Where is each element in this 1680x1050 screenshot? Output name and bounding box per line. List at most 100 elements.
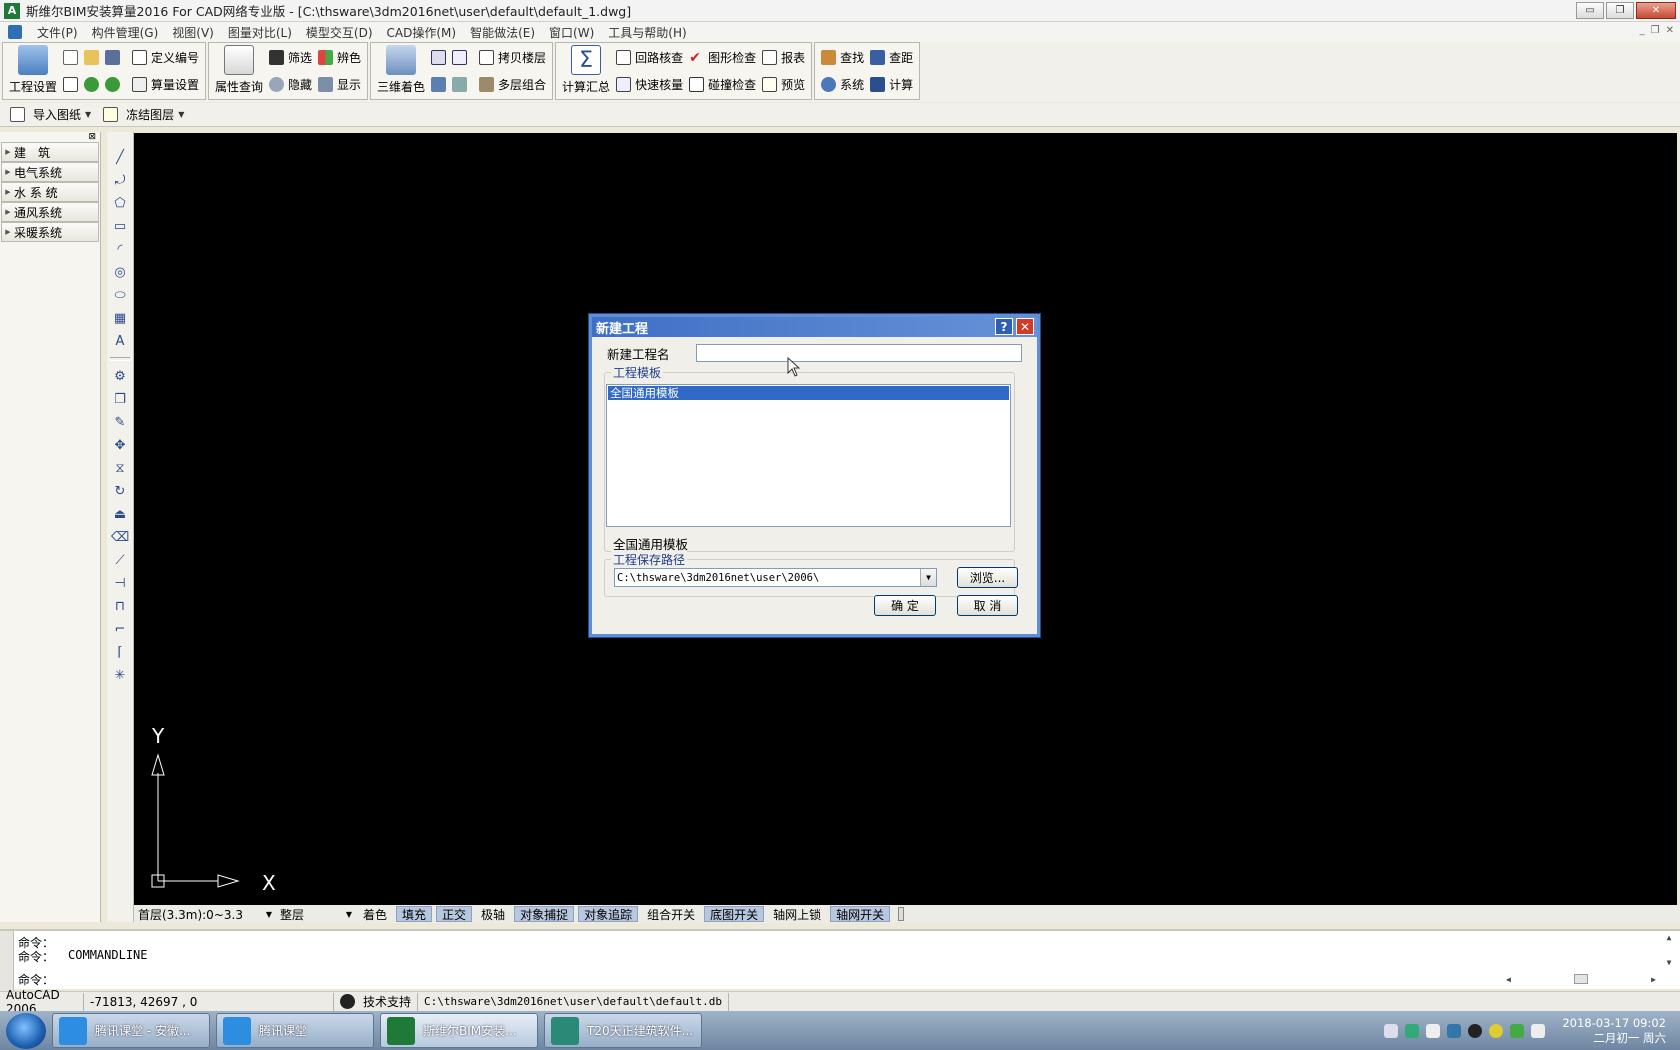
ellipse-icon[interactable]: ⬭ [111, 286, 129, 304]
tree-item-water[interactable]: ▶ 水 系 统 [1, 182, 99, 202]
menu-tools-help[interactable]: 工具与帮助(H) [601, 24, 693, 41]
copy-floor-button[interactable]: 拷贝楼层 [479, 48, 546, 68]
mirror-icon[interactable]: ⧖ [111, 459, 129, 477]
tree-item-architecture[interactable]: ▶ 建 筑 [1, 142, 99, 162]
find-button[interactable]: 查找 [821, 48, 864, 68]
volume-icon[interactable] [1531, 1023, 1546, 1038]
toggle-ortho[interactable]: 正交 [436, 906, 473, 922]
circuit-check-button[interactable]: 回路核查 [616, 48, 683, 68]
command-vertical-scrollbar[interactable]: ▲ ▼ [1662, 933, 1676, 967]
copy-icon[interactable]: ❐ [111, 390, 129, 408]
qq-icon[interactable] [1468, 1023, 1483, 1038]
menu-file[interactable]: 文件(P) [30, 24, 85, 41]
circle-icon[interactable]: ◎ [111, 263, 129, 281]
dialog-close-button[interactable]: ✕ [1016, 318, 1034, 335]
close-button[interactable]: ✕ [1636, 2, 1676, 19]
scope-select[interactable]: 整层 ▼ [276, 906, 356, 922]
edit-row-button[interactable] [63, 75, 126, 95]
polygon-icon[interactable]: ⬠ [111, 194, 129, 212]
report-button[interactable]: 报表 [762, 48, 805, 68]
rectangle-icon[interactable]: ▭ [111, 217, 129, 235]
toggle-grid-lock[interactable]: 轴网上锁 [768, 906, 826, 922]
monitor-icon[interactable] [1426, 1023, 1441, 1038]
slider-handle[interactable] [898, 907, 905, 921]
chevron-down-icon[interactable]: ▼ [920, 569, 936, 586]
hatch-icon[interactable]: ▦ [111, 309, 129, 327]
expand-arrow-icon[interactable]: ▶ [2, 228, 14, 236]
calc-settings-button[interactable]: 算量设置 [132, 75, 199, 95]
expand-arrow-icon[interactable]: ▶ [2, 208, 14, 216]
toggle-grid[interactable]: 轴网开关 [830, 906, 891, 922]
calc-summary-button[interactable]: Σ 计算汇总 [559, 44, 613, 98]
taskbar-button-tencent-class-1[interactable]: 腾讯课堂 - 安徽... [52, 1013, 210, 1048]
document-icon[interactable] [8, 25, 22, 39]
measure-distance-button[interactable]: 查距 [870, 48, 913, 68]
line-icon[interactable]: ╱ [111, 148, 129, 166]
clock[interactable]: 2018-03-17 09:02 二月初一 周六 [1562, 1016, 1666, 1046]
minimize-button[interactable]: ▭ [1576, 2, 1604, 19]
view-tools-button[interactable] [431, 75, 473, 95]
floor-select[interactable]: 首层(3.3m):0~3.3 ▼ [134, 906, 276, 922]
import-drawing-button[interactable]: 导入图纸 ▼ [10, 106, 91, 123]
distinguish-color-button[interactable]: 辨色 [318, 48, 361, 68]
panel-close-icon[interactable]: ⊠ [88, 132, 96, 142]
help-button[interactable]: ? [995, 318, 1013, 335]
multi-layer-combo-button[interactable]: 多层组合 [479, 75, 546, 95]
preview-button[interactable]: 预览 [762, 75, 805, 95]
save-path-combo[interactable]: C:\thsware\3dm2016net\user\2006\ ▼ [614, 568, 937, 587]
command-horizontal-scrollbar[interactable]: ◀ ▶ [1506, 973, 1656, 985]
list-item[interactable]: 全国通用模板 [608, 386, 1009, 400]
tech-support-button[interactable]: 技术支持 [334, 992, 419, 1011]
scroll-up-icon[interactable]: ▲ [1667, 933, 1672, 942]
command-grip[interactable] [0, 931, 14, 991]
text-icon[interactable]: A [111, 332, 129, 350]
taskbar-button-t20[interactable]: T20天正建筑软件... [544, 1013, 702, 1048]
break-icon[interactable]: ⊓ [111, 597, 129, 615]
trim-icon[interactable]: ⟋ [111, 551, 129, 569]
maximize-button[interactable]: ❐ [1606, 2, 1634, 19]
view-cube-button[interactable] [431, 48, 473, 68]
menu-cad-ops[interactable]: CAD操作(M) [380, 24, 464, 41]
scroll-right-icon[interactable]: ▶ [1651, 975, 1656, 984]
brush-icon[interactable]: ✎ [111, 413, 129, 431]
scale-icon[interactable]: ⏏ [111, 505, 129, 523]
rotate-icon[interactable]: ↻ [111, 482, 129, 500]
command-window[interactable]: 命令： 命令： COMMANDLINE 命令： ▲ ▼ ◀ ▶ [0, 929, 1680, 991]
menu-smart-method[interactable]: 智能做法(E) [463, 24, 542, 41]
command-input-line[interactable]: 命令： [18, 971, 68, 987]
plus-icon[interactable] [1489, 1023, 1504, 1038]
tree-item-heating[interactable]: ▶ 采暖系统 [1, 222, 99, 242]
network-icon[interactable] [1405, 1023, 1420, 1038]
security-icon[interactable] [1447, 1023, 1462, 1038]
erase-icon[interactable]: ⌫ [111, 528, 129, 546]
tree-item-electrical[interactable]: ▶ 电气系统 [1, 162, 99, 182]
cancel-button[interactable]: 取 消 [957, 595, 1018, 616]
fillet-icon[interactable]: ⌈ [111, 643, 129, 661]
system-button[interactable]: 系统 [821, 75, 864, 95]
taskbar-button-bim[interactable]: 斯维尔BIM安装... [380, 1013, 538, 1048]
template-list[interactable]: 全国通用模板 [606, 384, 1011, 527]
tree-item-ventilation[interactable]: ▶ 通风系统 [1, 202, 99, 222]
toggle-object-track[interactable]: 对象追踪 [578, 906, 639, 922]
expand-arrow-icon[interactable]: ▶ [2, 148, 14, 156]
ok-button[interactable]: 确 定 [874, 595, 936, 616]
menu-model-interact[interactable]: 模型交互(D) [299, 24, 380, 41]
collision-check-button[interactable]: 碰撞检查 [689, 75, 756, 95]
move-icon[interactable]: ✥ [111, 436, 129, 454]
shield-icon[interactable] [1510, 1023, 1525, 1038]
freeze-layer-button[interactable]: 冻结图层 ▼ [103, 106, 184, 123]
match-properties-icon[interactable]: ⚙ [111, 367, 129, 385]
quick-check-button[interactable]: 快速核量 [616, 75, 683, 95]
define-number-button[interactable]: 定义编号 [132, 48, 199, 68]
keyboard-icon[interactable] [1384, 1023, 1399, 1038]
expand-arrow-icon[interactable]: ▶ [2, 168, 14, 176]
scroll-left-icon[interactable]: ◀ [1506, 975, 1511, 984]
toggle-group[interactable]: 组合开关 [642, 906, 700, 922]
chamfer-icon[interactable]: ⌐ [111, 620, 129, 638]
shape-check-button[interactable]: ✔ 图形检查 [689, 48, 756, 68]
show-button[interactable]: 显示 [318, 75, 361, 95]
scroll-thumb[interactable] [1574, 974, 1588, 984]
dialog-title-bar[interactable]: 新建工程 ? ✕ [592, 317, 1037, 337]
expand-arrow-icon[interactable]: ▶ [2, 188, 14, 196]
taskbar-button-tencent-class-2[interactable]: 腾讯课堂 [216, 1013, 374, 1048]
